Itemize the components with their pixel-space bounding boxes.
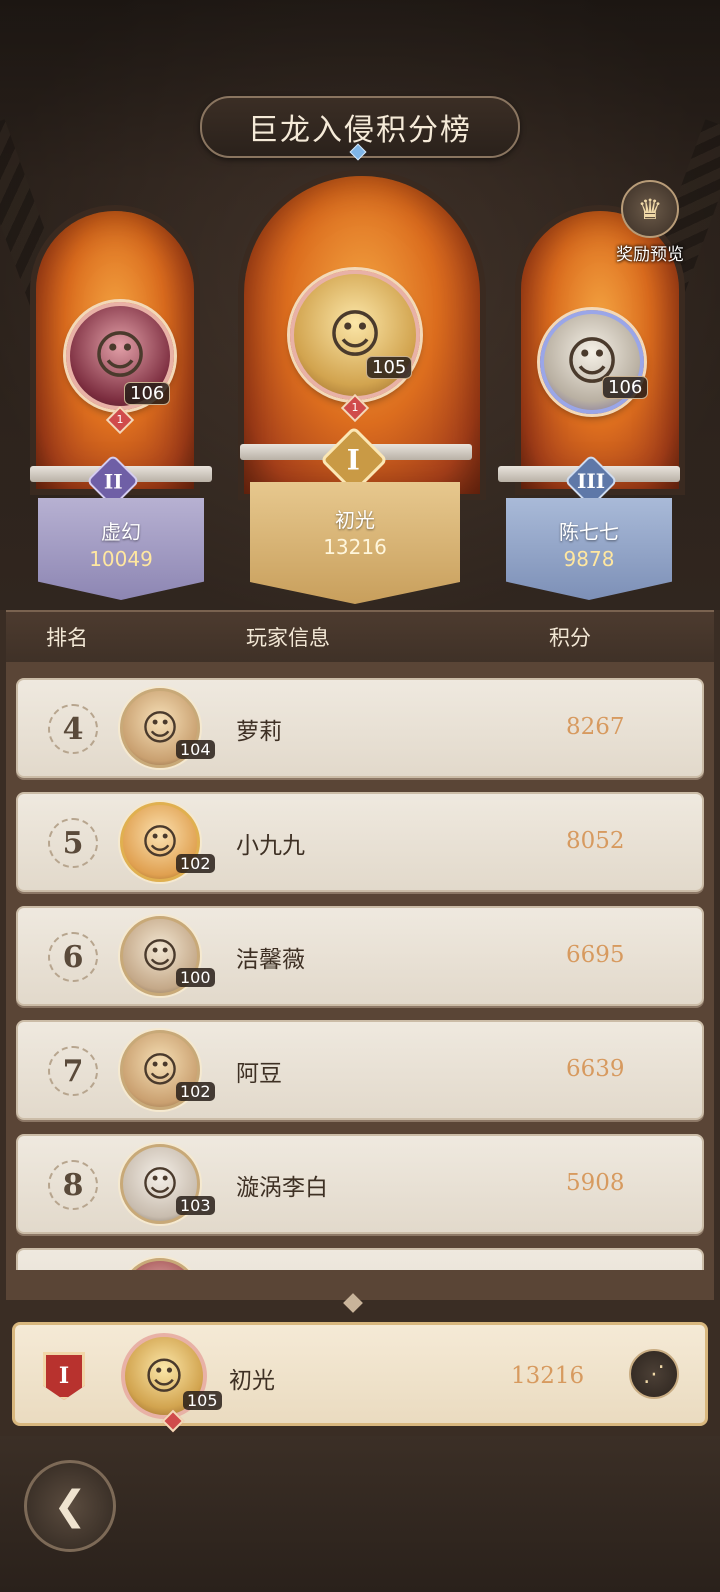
- table-row[interactable]: 4 ☺ 104 萝莉 8267: [16, 678, 704, 778]
- column-player-info: 玩家信息: [246, 626, 330, 650]
- leaderboard-list[interactable]: 4 ☺ 104 萝莉 8267 5 ☺ 102 小九九 8052 6 ☺ 100…: [6, 670, 714, 1270]
- column-score: 积分: [549, 626, 591, 650]
- podium-card-1[interactable]: 初光 13216: [250, 482, 460, 604]
- back-button[interactable]: ❮: [24, 1460, 116, 1552]
- level-badge: 100: [176, 968, 215, 987]
- row-rank: 8: [48, 1160, 98, 1210]
- level-badge: 102: [176, 854, 215, 873]
- row-rank: 5: [48, 818, 98, 868]
- podium-card-2[interactable]: 虚幻 10049: [38, 498, 204, 600]
- table-row[interactable]: 8 ☺ 103 漩涡李白 5908: [16, 1134, 704, 1234]
- level-badge: 104: [176, 740, 215, 759]
- player-score: 13216: [511, 1363, 585, 1389]
- level-badge: 102: [176, 1082, 215, 1101]
- row-rank: 4: [48, 704, 98, 754]
- player-name: 洁馨薇: [236, 947, 305, 973]
- my-rank-row[interactable]: I ☺ 105 初光 13216 ⋰: [12, 1322, 708, 1433]
- player-score: 8052: [566, 828, 625, 854]
- level-badge: 105: [366, 356, 413, 379]
- podium-score: 10049: [89, 547, 153, 571]
- table-row[interactable]: 5 ☺ 102 小九九 8052: [16, 792, 704, 892]
- podium-name: 虚幻: [101, 520, 141, 544]
- leaderboard-panel: 排名 玩家信息 积分 4 ☺ 104 萝莉 8267 5 ☺ 102 小九九 8…: [6, 610, 714, 1300]
- shield-icon: I: [43, 1352, 85, 1400]
- table-row[interactable]: 7 ☺ 102 阿豆 6639: [16, 1020, 704, 1120]
- player-name: 初光: [229, 1368, 275, 1394]
- player-name: 萝莉: [236, 719, 282, 745]
- podium-name: 陈七七: [559, 520, 619, 544]
- player-name: 阿豆: [236, 1061, 282, 1087]
- level-badge: 106: [124, 382, 171, 405]
- table-row[interactable]: [16, 1248, 704, 1270]
- player-name: 小九九: [236, 833, 305, 859]
- avatar[interactable]: [120, 1258, 200, 1270]
- player-score: 6639: [566, 1056, 625, 1082]
- podium-score: 13216: [323, 535, 387, 559]
- table-row[interactable]: 6 ☺ 100 洁馨薇 6695: [16, 906, 704, 1006]
- podium-name: 初光: [335, 508, 375, 532]
- podium-score: 9878: [563, 547, 615, 571]
- row-rank: 6: [48, 932, 98, 982]
- reward-preview-label: 奖励预览: [616, 245, 684, 265]
- crown-chest-icon: ♛: [621, 180, 679, 238]
- my-rank-emblem: I: [35, 1347, 93, 1405]
- share-button[interactable]: ⋰: [629, 1349, 679, 1399]
- level-badge: 105: [183, 1391, 222, 1410]
- podium-card-3[interactable]: 陈七七 9878: [506, 498, 672, 600]
- player-score: 8267: [566, 714, 625, 740]
- player-name: 漩涡李白: [236, 1175, 328, 1201]
- share-icon: ⋰: [643, 1361, 665, 1387]
- back-arrow-icon: ❮: [53, 1483, 87, 1529]
- podium-avatar-1[interactable]: ☺: [290, 270, 420, 400]
- player-score: 6695: [566, 942, 625, 968]
- level-badge: 103: [176, 1196, 215, 1215]
- column-rank: 排名: [46, 626, 88, 650]
- player-score: 5908: [566, 1170, 625, 1196]
- row-rank: 7: [48, 1046, 98, 1096]
- reward-preview-button[interactable]: ♛ 奖励预览: [605, 180, 695, 270]
- level-badge: 106: [602, 376, 649, 399]
- leaderboard-header: 排名 玩家信息 积分: [6, 612, 714, 662]
